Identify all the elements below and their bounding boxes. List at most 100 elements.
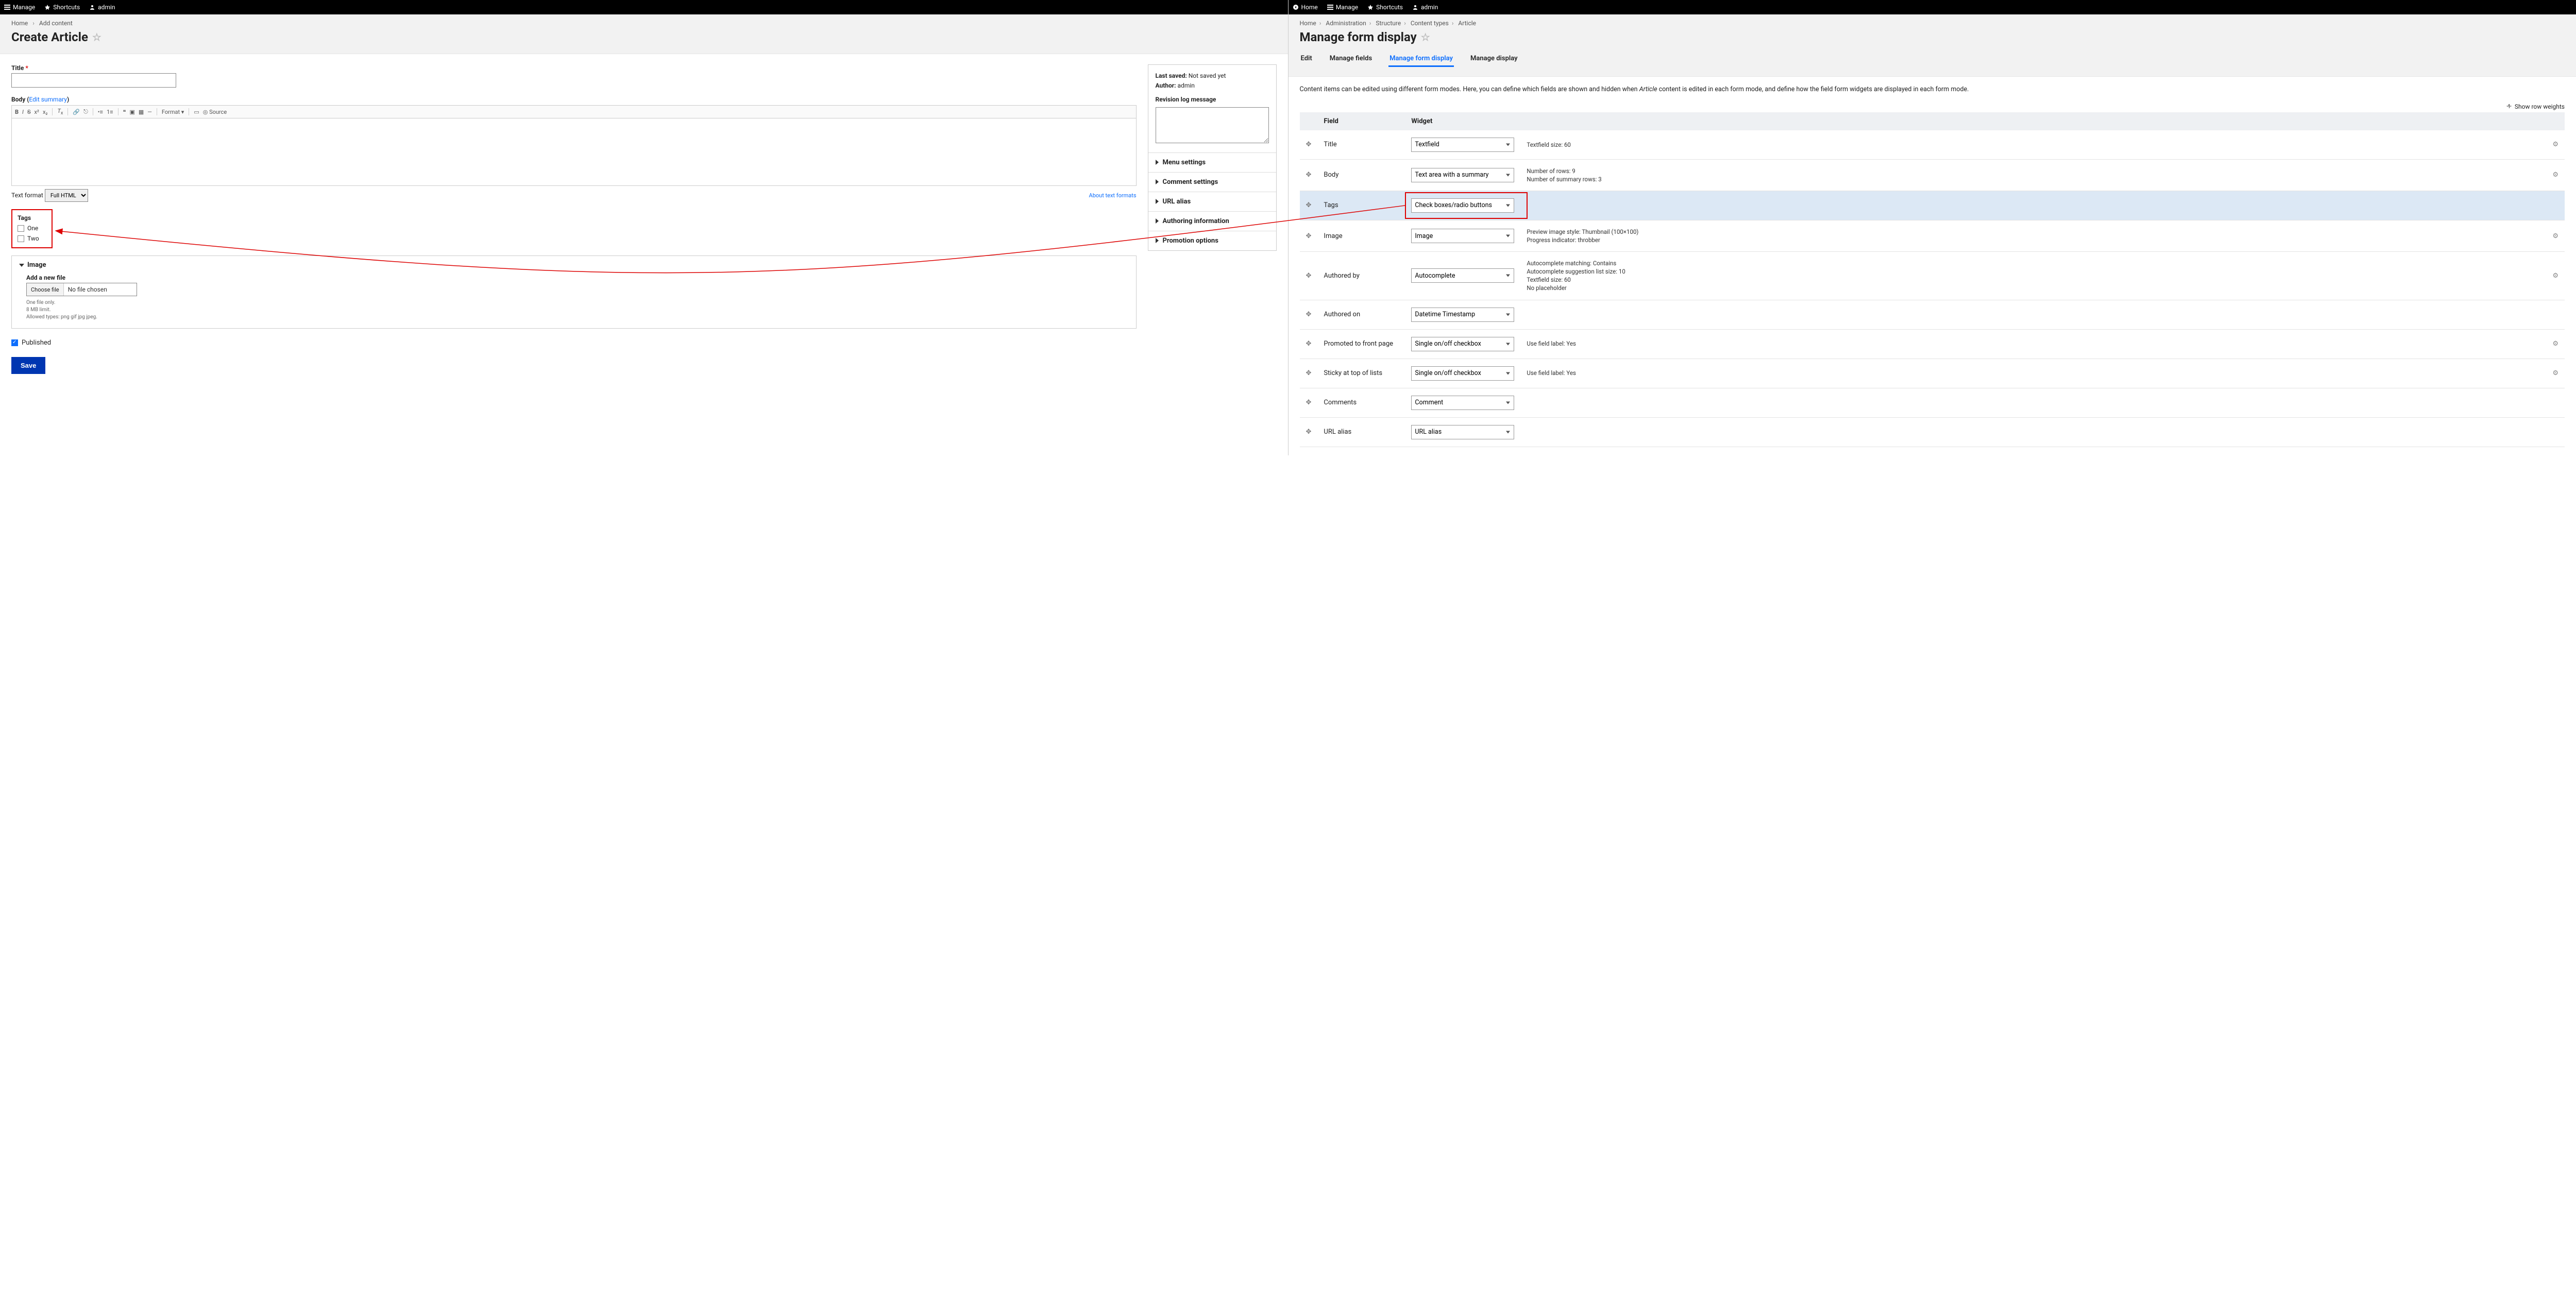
acc-comment-settings[interactable]: Comment settings: [1148, 173, 1276, 192]
drag-handle-icon[interactable]: ✥: [1306, 232, 1312, 240]
tag-option-one[interactable]: One: [18, 225, 46, 232]
superscript-icon[interactable]: x²: [34, 109, 39, 115]
widget-select[interactable]: Image: [1411, 229, 1514, 243]
crumb-r-3[interactable]: Content types: [1411, 20, 1449, 27]
strike-icon[interactable]: S: [27, 109, 31, 115]
published-label: Published: [22, 339, 51, 347]
tb-user-r[interactable]: admin: [1412, 4, 1438, 11]
image-panel-head[interactable]: Image: [19, 261, 1129, 269]
widget-select[interactable]: Text area with a summary: [1411, 168, 1514, 182]
save-button[interactable]: Save: [11, 357, 45, 374]
title-input[interactable]: [11, 73, 176, 88]
tb-shortcuts-r[interactable]: Shortcuts: [1367, 4, 1403, 11]
italic-icon[interactable]: I: [22, 109, 24, 115]
tab-manage-form-display[interactable]: Manage form display: [1388, 52, 1454, 67]
tb-manage[interactable]: Manage: [4, 4, 35, 11]
show-row-weights[interactable]: Show row weights: [1300, 103, 2565, 110]
media-icon[interactable]: ▭: [194, 109, 199, 115]
revlog-textarea[interactable]: [1156, 107, 1269, 143]
crumb-home[interactable]: Home: [11, 20, 28, 27]
crumb-r-1[interactable]: Administration: [1326, 20, 1366, 27]
crumb-r-4[interactable]: Article: [1458, 20, 1476, 27]
chevron-right-icon: [1156, 218, 1159, 224]
tb-shortcuts[interactable]: Shortcuts: [44, 4, 80, 11]
crumb-r-2[interactable]: Structure: [1376, 20, 1401, 27]
page-title-left: Create Article ☆: [11, 30, 1277, 44]
acc-menu-settings[interactable]: Menu settings: [1148, 153, 1276, 173]
widget-summary: Autocomplete matching: ContainsAutocompl…: [1527, 259, 2540, 292]
published-row[interactable]: Published: [11, 339, 1137, 347]
widget-select[interactable]: Check boxes/radio buttons: [1411, 198, 1514, 213]
edit-summary-link[interactable]: Edit summary: [29, 96, 67, 103]
widget-select[interactable]: Comment: [1411, 396, 1514, 410]
format-dropdown[interactable]: Format ▾: [162, 109, 184, 115]
gear-icon[interactable]: ⚙: [2552, 369, 2558, 377]
widget-summary: Use field label: Yes: [1527, 339, 2540, 348]
about-formats-link[interactable]: About text formats: [1089, 192, 1137, 199]
tb-user[interactable]: admin: [89, 4, 115, 11]
file-input[interactable]: Choose file No file chosen: [26, 283, 137, 296]
crumb-r-0[interactable]: Home: [1300, 20, 1316, 27]
acc-promotion-options[interactable]: Promotion options: [1148, 231, 1276, 250]
tb-user-label-r: admin: [1421, 4, 1438, 11]
main-column: Title * Body (Edit summary) B I S x² x₂ …: [11, 64, 1137, 374]
checkbox-checked-icon[interactable]: [11, 339, 18, 346]
field-label: Promoted to front page: [1317, 329, 1405, 359]
drag-handle-icon[interactable]: ✥: [1306, 369, 1312, 377]
drag-handle-icon[interactable]: ✥: [1306, 340, 1312, 348]
unlink-icon[interactable]: ⎋: [83, 108, 88, 115]
widget-summary: Number of rows: 9Number of summary rows:…: [1527, 167, 2540, 183]
tb-home[interactable]: Home: [1293, 4, 1318, 11]
widget-select[interactable]: Single on/off checkbox: [1411, 337, 1514, 351]
clearformat-icon[interactable]: Tx: [57, 108, 63, 116]
subscript-icon[interactable]: x₂: [43, 109, 48, 115]
tab-edit[interactable]: Edit: [1300, 52, 1313, 67]
hamburger-icon: [4, 4, 10, 10]
favorite-star-icon[interactable]: ☆: [1421, 31, 1430, 43]
number-list-icon[interactable]: 1≡: [107, 109, 113, 115]
quote-icon[interactable]: ❝: [123, 109, 126, 115]
favorite-star-icon[interactable]: ☆: [92, 31, 101, 43]
gear-icon[interactable]: ⚙: [2552, 340, 2558, 348]
acc-authoring-info[interactable]: Authoring information: [1148, 212, 1276, 231]
user-icon: [89, 4, 95, 10]
bullet-list-icon[interactable]: •≡: [98, 109, 103, 115]
row-body: ✥BodyText area with a summaryNumber of r…: [1300, 159, 2565, 191]
drag-handle-icon[interactable]: ✥: [1306, 399, 1312, 406]
tab-manage-fields[interactable]: Manage fields: [1329, 52, 1373, 67]
hr-icon[interactable]: —: [147, 109, 152, 115]
link-icon[interactable]: 🔗: [73, 109, 80, 115]
widget-select[interactable]: Datetime Timestamp: [1411, 308, 1514, 322]
field-label: Authored by: [1317, 252, 1405, 300]
textformat-select[interactable]: Full HTML: [45, 189, 88, 202]
widget-select[interactable]: Autocomplete: [1411, 268, 1514, 283]
gear-icon[interactable]: ⚙: [2552, 272, 2558, 280]
crumb-addcontent[interactable]: Add content: [39, 20, 73, 27]
choose-file-button[interactable]: Choose file: [27, 283, 64, 296]
row-authored-on: ✥Authored onDatetime Timestamp: [1300, 300, 2565, 329]
widget-select[interactable]: Single on/off checkbox: [1411, 366, 1514, 381]
drag-handle-icon[interactable]: ✥: [1306, 171, 1312, 179]
source-button[interactable]: ◎ Source: [203, 109, 227, 115]
drag-handle-icon[interactable]: ✥: [1306, 428, 1312, 436]
drag-handle-icon[interactable]: ✥: [1306, 272, 1312, 280]
gear-icon[interactable]: ⚙: [2552, 171, 2558, 179]
widget-select[interactable]: URL alias: [1411, 425, 1514, 439]
tag-option-two[interactable]: Two: [18, 235, 46, 242]
tb-manage-r[interactable]: Manage: [1327, 4, 1358, 11]
drag-handle-icon[interactable]: ✥: [1306, 201, 1312, 209]
widget-select[interactable]: Textfield: [1411, 138, 1514, 152]
image-icon[interactable]: ▣: [129, 109, 134, 115]
drag-handle-icon[interactable]: ✥: [1306, 141, 1312, 148]
acc-url-alias[interactable]: URL alias: [1148, 192, 1276, 212]
gear-icon[interactable]: ⚙: [2552, 141, 2558, 148]
checkbox-icon[interactable]: [18, 235, 24, 242]
sidebox: Last saved: Not saved yet Author: admin …: [1148, 64, 1277, 251]
tab-manage-display[interactable]: Manage display: [1469, 52, 1519, 67]
bold-icon[interactable]: B: [15, 109, 19, 115]
drag-handle-icon[interactable]: ✥: [1306, 311, 1312, 318]
editor-textarea[interactable]: [12, 118, 1136, 185]
checkbox-icon[interactable]: [18, 225, 24, 232]
table-icon[interactable]: ▦: [139, 109, 144, 115]
gear-icon[interactable]: ⚙: [2552, 232, 2558, 240]
